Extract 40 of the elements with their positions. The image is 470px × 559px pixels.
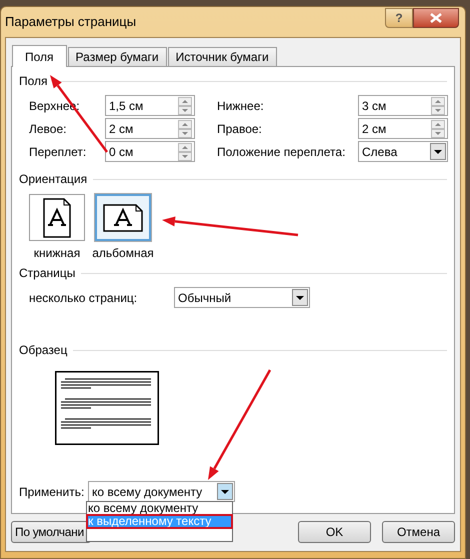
close-button[interactable] xyxy=(413,8,459,28)
field-label: несколько страниц: xyxy=(29,290,138,306)
spin-arrows-icon[interactable] xyxy=(178,142,192,160)
section-title: Страницы xyxy=(19,265,76,282)
close-icon xyxy=(430,13,442,23)
orientation-label: альбомная xyxy=(92,245,154,262)
portrait-page-icon xyxy=(43,198,71,238)
landscape-page-icon xyxy=(103,204,143,232)
spin-arrows-icon[interactable] xyxy=(431,120,445,138)
orientation-button[interactable] xyxy=(29,194,85,241)
section-title: Поля xyxy=(19,73,48,90)
spin-field[interactable]: 3 см xyxy=(358,95,448,116)
spin-field[interactable]: 0 см xyxy=(105,141,195,162)
cancel-button[interactable]: Отмена xyxy=(382,521,455,543)
spin-field[interactable]: 2 см xyxy=(105,118,195,139)
field-label: Положение переплета: xyxy=(217,144,346,160)
field-label: Переплет: xyxy=(29,144,88,160)
pages-select[interactable]: Обычный xyxy=(174,287,310,308)
spin-arrows-icon[interactable] xyxy=(431,96,445,114)
help-button[interactable]: ? xyxy=(385,8,413,28)
tab[interactable]: Поля xyxy=(12,45,67,67)
field-label: Применить: xyxy=(19,484,86,500)
field-label: Нижнее: xyxy=(217,98,265,114)
orientation-label: книжная xyxy=(34,245,80,262)
section-title: Образец xyxy=(19,342,68,359)
spin-field[interactable]: 1,5 см xyxy=(105,95,195,116)
field-label: Левое: xyxy=(29,120,68,138)
spin-arrows-icon[interactable] xyxy=(178,96,192,114)
tab[interactable]: Источник бумаги xyxy=(168,47,277,66)
dropdown-option[interactable]: ко всему документу xyxy=(87,502,232,515)
orientation-button[interactable] xyxy=(95,194,151,241)
ok-button[interactable]: OK xyxy=(298,521,371,543)
spin-arrows-icon[interactable] xyxy=(178,120,192,138)
gutter-position-select[interactable]: Слева xyxy=(358,141,448,162)
window-title: Параметры страницы xyxy=(5,13,136,32)
spin-field[interactable]: 2 см xyxy=(358,118,448,139)
section-title: Ориентация xyxy=(19,171,88,188)
apply-select[interactable]: ко всему документу xyxy=(88,481,235,502)
field-label: Правое: xyxy=(217,120,263,138)
tab[interactable]: Размер бумаги xyxy=(68,47,167,66)
